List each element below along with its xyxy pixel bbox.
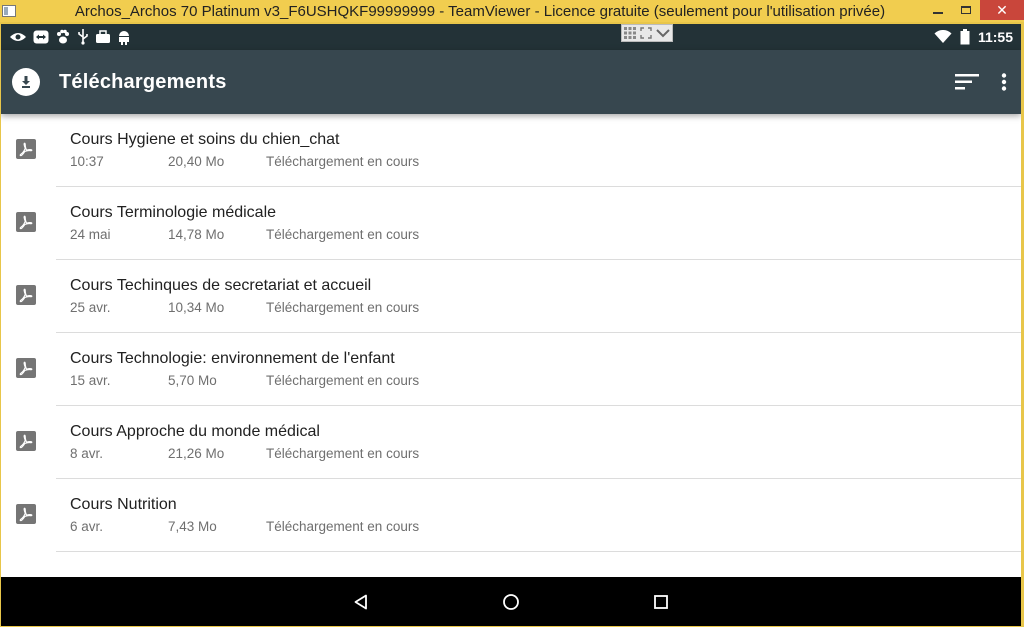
download-date: 6 avr. xyxy=(70,519,104,534)
download-status: Téléchargement en cours xyxy=(266,446,420,461)
back-icon[interactable] xyxy=(353,594,369,610)
maximize-button[interactable] xyxy=(952,0,980,20)
download-icon xyxy=(12,68,40,96)
download-name: Cours Nutrition xyxy=(70,496,177,513)
download-item[interactable]: Cours Terminologie médicale 24 mai 14,78… xyxy=(1,187,1021,260)
download-name: Cours Approche du monde médical xyxy=(70,423,320,440)
fullscreen-icon[interactable] xyxy=(640,27,652,39)
home-icon[interactable] xyxy=(502,593,520,611)
download-status: Téléchargement en cours xyxy=(266,227,420,242)
home-button[interactable] xyxy=(436,593,586,611)
notification-icons xyxy=(1,29,131,45)
download-size: 5,70 Mo xyxy=(168,373,217,388)
download-date: 25 avr. xyxy=(70,300,111,315)
download-size: 21,26 Mo xyxy=(168,446,225,461)
page-title: Téléchargements xyxy=(59,70,227,93)
download-name: Cours Techinques de secretariat et accue… xyxy=(70,277,372,294)
download-date: 8 avr. xyxy=(70,446,104,461)
usb-icon xyxy=(78,29,88,45)
pdf-file-icon xyxy=(16,139,36,159)
briefcase-icon xyxy=(96,30,110,43)
download-status: Téléchargement en cours xyxy=(266,373,420,388)
window-title: Archos_Archos 70 Platinum v3_F6USHQKF999… xyxy=(74,2,886,20)
pdf-file-icon xyxy=(16,431,36,451)
navigation-bar xyxy=(1,577,1021,626)
more-vert-icon[interactable] xyxy=(1001,73,1007,91)
app-window-icon xyxy=(2,5,16,17)
download-item[interactable]: Cours Technologie: environnement de l'en… xyxy=(1,333,1021,406)
pdf-file-icon xyxy=(16,504,36,524)
download-status: Téléchargement en cours xyxy=(266,519,420,534)
app-bar: Téléchargements xyxy=(1,50,1021,114)
download-name: Cours Hygiene et soins du chien_chat xyxy=(70,131,340,148)
status-bar: 11:55 xyxy=(1,24,1021,50)
download-size: 10,34 Mo xyxy=(168,300,225,315)
battery-icon xyxy=(960,29,970,45)
paw-icon xyxy=(57,29,69,44)
download-item[interactable]: Cours Nutrition 6 avr. 7,43 Mo Télécharg… xyxy=(1,479,1021,552)
download-date: 24 mai xyxy=(70,227,111,242)
android-icon xyxy=(119,31,129,45)
download-status: Téléchargement en cours xyxy=(266,154,420,169)
chevron-down-icon[interactable] xyxy=(656,28,670,38)
window-controls: ✕ xyxy=(924,0,1024,22)
pdf-file-icon xyxy=(16,285,36,305)
grid-icon[interactable] xyxy=(624,27,636,39)
download-size: 7,43 Mo xyxy=(168,519,217,534)
wifi-icon xyxy=(934,30,952,43)
row-divider xyxy=(56,551,1021,552)
pdf-file-icon xyxy=(16,358,36,378)
eye-icon xyxy=(10,33,26,41)
sort-icon[interactable] xyxy=(955,73,979,91)
close-button[interactable]: ✕ xyxy=(980,0,1024,20)
clock: 11:55 xyxy=(977,29,1013,45)
app-bar-actions xyxy=(955,50,1007,114)
android-screen: 11:55 Téléchargements Cours Hygiene et s… xyxy=(1,24,1021,626)
downloads-list: Cours Hygiene et soins du chien_chat 10:… xyxy=(1,114,1021,552)
teamviewer-panel[interactable] xyxy=(621,24,673,42)
back-button[interactable] xyxy=(286,594,436,610)
download-name: Cours Technologie: environnement de l'en… xyxy=(70,350,395,367)
download-name: Cours Terminologie médicale xyxy=(70,204,277,221)
download-date: 10:37 xyxy=(70,154,104,169)
window-titlebar: Archos_Archos 70 Platinum v3_F6USHQKF999… xyxy=(0,0,1024,22)
system-status: 11:55 xyxy=(934,24,1013,50)
download-item[interactable]: Cours Techinques de secretariat et accue… xyxy=(1,260,1021,333)
download-size: 20,40 Mo xyxy=(168,154,225,169)
download-item[interactable]: Cours Approche du monde médical 8 avr. 2… xyxy=(1,406,1021,479)
minimize-button[interactable] xyxy=(924,0,952,20)
download-date: 15 avr. xyxy=(70,373,111,388)
recents-button[interactable] xyxy=(586,594,736,610)
download-size: 14,78 Mo xyxy=(168,227,225,242)
teamviewer-icon xyxy=(33,30,49,44)
download-item[interactable]: Cours Hygiene et soins du chien_chat 10:… xyxy=(1,114,1021,187)
pdf-file-icon xyxy=(16,212,36,232)
recents-icon[interactable] xyxy=(653,594,669,610)
download-status: Téléchargement en cours xyxy=(266,300,420,315)
